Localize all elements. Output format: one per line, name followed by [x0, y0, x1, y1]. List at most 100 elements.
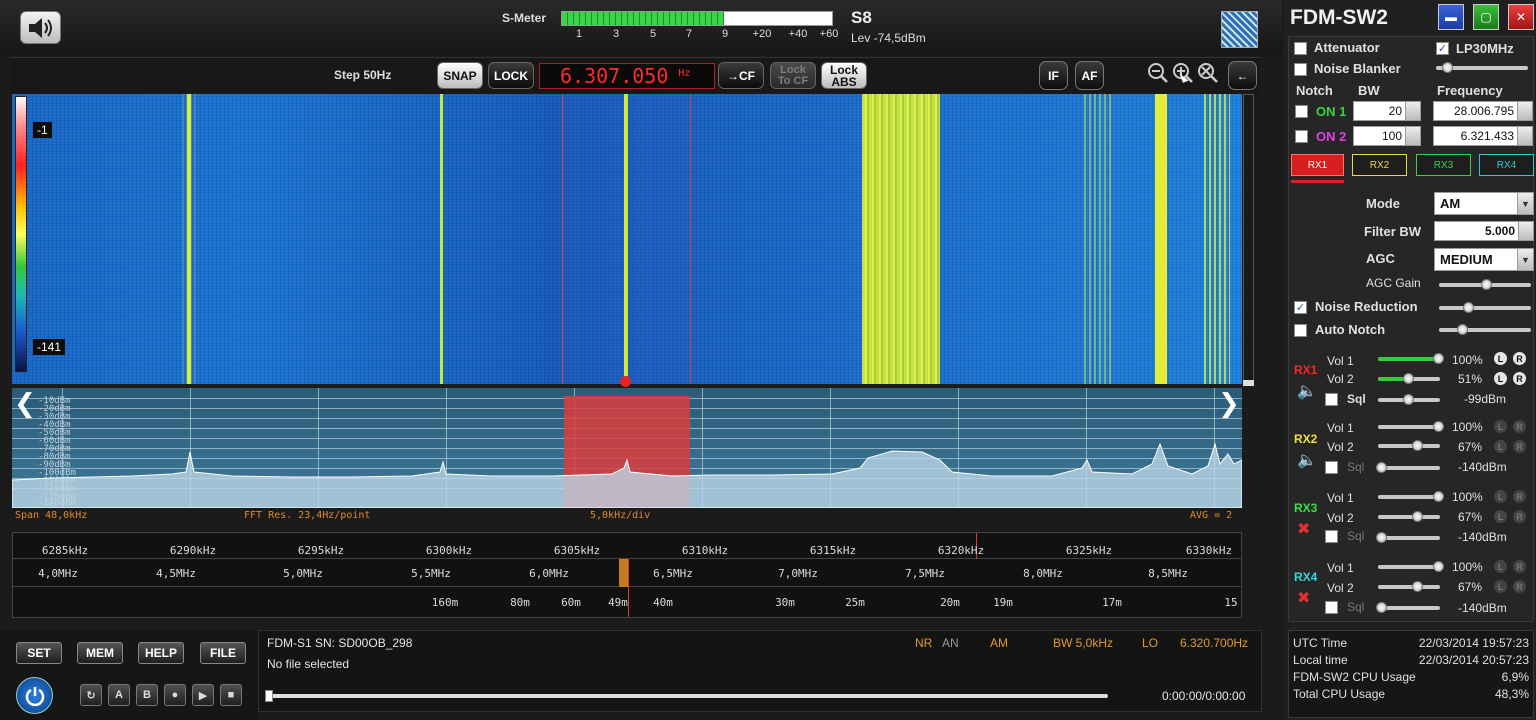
- notch2-bw-input[interactable]: 100: [1353, 126, 1421, 146]
- power-button[interactable]: [16, 677, 53, 714]
- spectrum-display[interactable]: [12, 388, 1242, 508]
- rx3-sql-checkbox[interactable]: [1325, 530, 1338, 543]
- tuning-marker[interactable]: [620, 376, 631, 387]
- rx4-vol1-slider[interactable]: [1378, 561, 1444, 572]
- slider-thumb[interactable]: [1457, 324, 1468, 335]
- marker-b-button[interactable]: B: [136, 684, 158, 706]
- rx3-vol2-left[interactable]: L: [1494, 510, 1507, 523]
- slider-thumb[interactable]: [1376, 532, 1387, 543]
- slider-thumb[interactable]: [1412, 581, 1423, 592]
- scroll-left-button[interactable]: ❮: [12, 388, 38, 418]
- rx2-vol1-right[interactable]: R: [1513, 420, 1526, 433]
- rx2-sql-slider[interactable]: [1376, 462, 1440, 473]
- slider-thumb[interactable]: [1376, 462, 1387, 473]
- mode-select[interactable]: AM ▼: [1434, 192, 1534, 215]
- rx4-vol2-left[interactable]: L: [1494, 580, 1507, 593]
- rx1-vol1-left[interactable]: L: [1494, 352, 1507, 365]
- scroll-right-button[interactable]: ❯: [1216, 388, 1242, 418]
- rx3-vol2-slider[interactable]: [1378, 511, 1440, 522]
- rx4-muted-speaker-icon[interactable]: ✖: [1297, 588, 1310, 608]
- frequency-display[interactable]: 6.307.050 Hz: [539, 63, 715, 89]
- playback-thumb[interactable]: [265, 690, 273, 702]
- noise-reduction-checkbox[interactable]: ✓: [1294, 301, 1307, 314]
- rx3-vol1-slider[interactable]: [1378, 491, 1444, 502]
- snap-button[interactable]: SNAP: [437, 62, 483, 89]
- notch1-freq-input[interactable]: 28.006.795: [1433, 101, 1533, 121]
- rx4-sql-slider[interactable]: [1376, 602, 1440, 613]
- tab-rx1[interactable]: RX1: [1291, 154, 1344, 176]
- play-button[interactable]: ▶: [192, 684, 214, 706]
- slider-thumb[interactable]: [1463, 302, 1474, 313]
- rx4-vol1-right[interactable]: R: [1513, 560, 1526, 573]
- rx1-speaker-icon[interactable]: 🔈: [1297, 381, 1317, 401]
- if-button[interactable]: IF: [1039, 61, 1068, 90]
- noise-reduction-slider[interactable]: [1439, 302, 1531, 313]
- set-button[interactable]: SET: [16, 642, 62, 664]
- slider-thumb[interactable]: [1412, 440, 1423, 451]
- help-button[interactable]: HELP: [138, 642, 184, 664]
- stop-button[interactable]: ■: [220, 684, 242, 706]
- auto-notch-checkbox[interactable]: [1294, 324, 1307, 337]
- rx1-sql-slider[interactable]: [1378, 394, 1440, 405]
- rx4-vol2-right[interactable]: R: [1513, 580, 1526, 593]
- rx3-sql-slider[interactable]: [1376, 532, 1440, 543]
- speaker-button[interactable]: [20, 11, 61, 44]
- rx2-vol2-right[interactable]: R: [1513, 440, 1526, 453]
- slider-thumb[interactable]: [1433, 491, 1444, 502]
- rx1-vol2-left[interactable]: L: [1494, 372, 1507, 385]
- rx4-vol2-slider[interactable]: [1378, 581, 1440, 592]
- zoom-reset-icon[interactable]: [1196, 61, 1219, 84]
- rx2-vol1-slider[interactable]: [1378, 421, 1444, 432]
- rx4-vol1-left[interactable]: L: [1494, 560, 1507, 573]
- lock-to-cf-button[interactable]: Lock To CF: [770, 62, 816, 89]
- loop-button[interactable]: ↻: [80, 684, 102, 706]
- notch2-freq-input[interactable]: 6.321.433: [1433, 126, 1533, 146]
- filter-bw-input[interactable]: 5.000: [1434, 221, 1534, 241]
- noise-blanker-checkbox[interactable]: [1294, 63, 1307, 76]
- playback-progress[interactable]: [265, 690, 1108, 702]
- lp30-checkbox[interactable]: ✓: [1436, 42, 1449, 55]
- marker-a-button[interactable]: A: [108, 684, 130, 706]
- lock-button[interactable]: LOCK: [488, 62, 534, 89]
- logo-icon[interactable]: [1221, 11, 1258, 48]
- zoom-out-icon[interactable]: [1146, 61, 1169, 84]
- rx2-vol1-left[interactable]: L: [1494, 420, 1507, 433]
- rx2-speaker-icon[interactable]: 🔈: [1297, 450, 1317, 470]
- slider-thumb[interactable]: [1403, 394, 1414, 405]
- step-label[interactable]: Step 50Hz: [334, 68, 391, 82]
- lock-abs-button[interactable]: Lock ABS: [821, 62, 867, 89]
- slider-thumb[interactable]: [1403, 373, 1414, 384]
- rx3-vol1-right[interactable]: R: [1513, 490, 1526, 503]
- scrollbar-thumb[interactable]: [1243, 380, 1254, 386]
- attenuator-checkbox[interactable]: [1294, 42, 1307, 55]
- back-arrow-button[interactable]: ←: [1228, 61, 1257, 90]
- frequency-scale[interactable]: 6285kHz 6290kHz 6295kHz 6300kHz 6305kHz …: [12, 532, 1242, 618]
- slider-thumb[interactable]: [1481, 279, 1492, 290]
- record-button[interactable]: ●: [164, 684, 186, 706]
- agc-select[interactable]: MEDIUM ▼: [1434, 248, 1534, 271]
- minimize-button[interactable]: ▬: [1438, 4, 1464, 30]
- close-button[interactable]: ✕: [1508, 4, 1534, 30]
- maximize-button[interactable]: ▢: [1473, 4, 1499, 30]
- rx2-vol2-left[interactable]: L: [1494, 440, 1507, 453]
- to-cf-button[interactable]: →CF: [718, 62, 764, 89]
- notch2-checkbox[interactable]: [1295, 130, 1308, 143]
- mem-button[interactable]: MEM: [77, 642, 123, 664]
- rx1-sql-checkbox[interactable]: [1325, 393, 1338, 406]
- waterfall-scrollbar[interactable]: [1243, 94, 1254, 386]
- rx3-muted-speaker-icon[interactable]: ✖: [1297, 519, 1310, 539]
- slider-thumb[interactable]: [1376, 602, 1387, 613]
- notch1-bw-input[interactable]: 20: [1353, 101, 1421, 121]
- rx2-sql-checkbox[interactable]: [1325, 461, 1338, 474]
- slider-thumb[interactable]: [1433, 561, 1444, 572]
- notch1-checkbox[interactable]: [1295, 105, 1308, 118]
- tab-rx2[interactable]: RX2: [1352, 154, 1407, 176]
- slider-thumb[interactable]: [1433, 353, 1444, 364]
- rx3-vol2-right[interactable]: R: [1513, 510, 1526, 523]
- tab-rx4[interactable]: RX4: [1479, 154, 1534, 176]
- slider-thumb[interactable]: [1433, 421, 1444, 432]
- rx1-vol1-right[interactable]: R: [1513, 352, 1526, 365]
- rx2-vol2-slider[interactable]: [1378, 440, 1440, 451]
- af-button[interactable]: AF: [1075, 61, 1104, 90]
- agc-gain-slider[interactable]: [1439, 279, 1531, 290]
